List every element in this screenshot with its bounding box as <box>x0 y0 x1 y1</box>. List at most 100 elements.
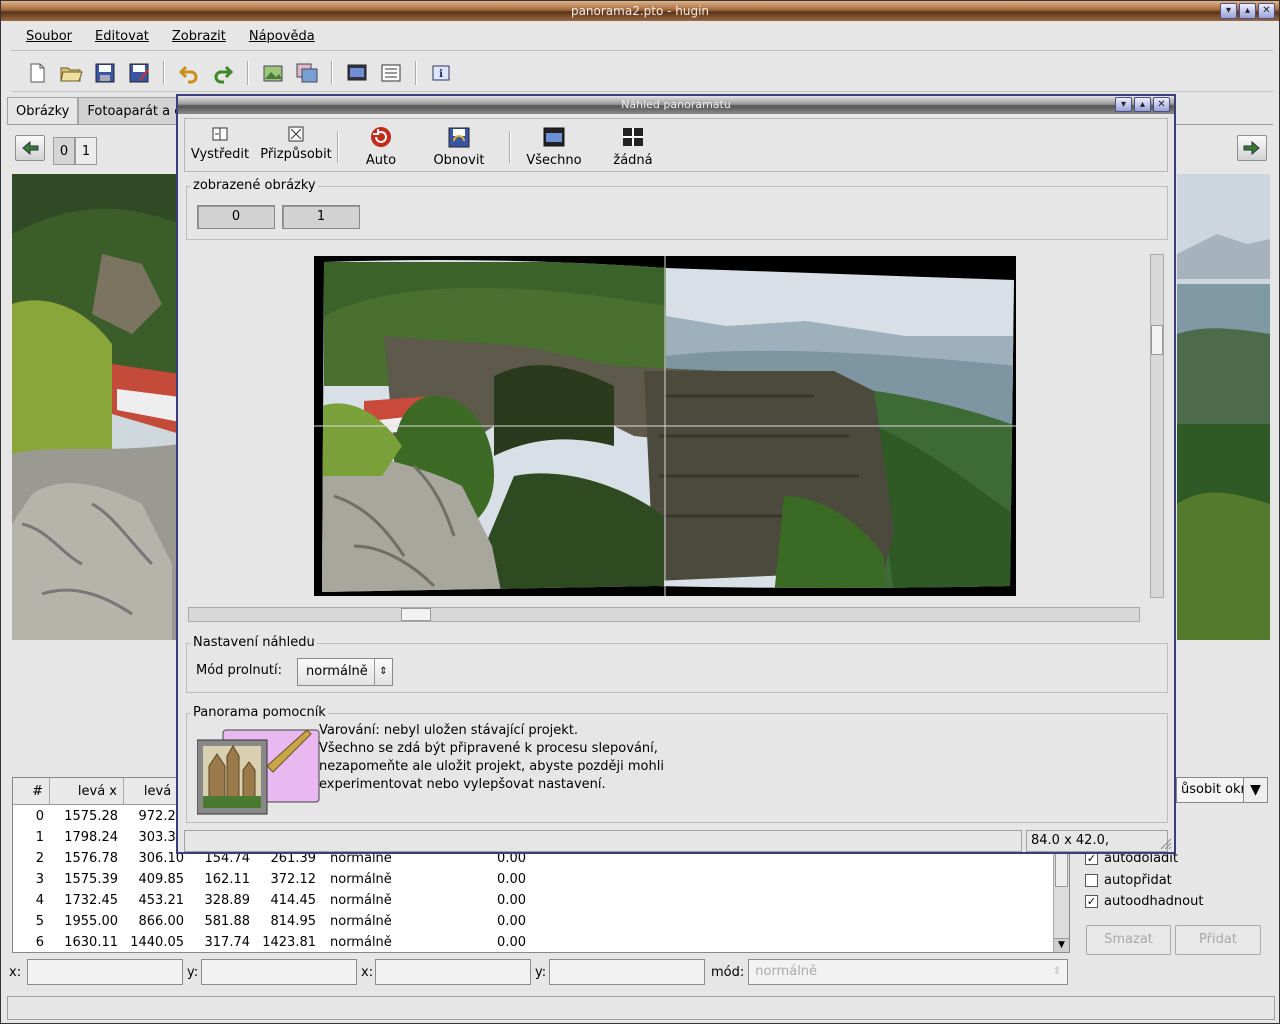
chevron-down-icon[interactable]: ▼ <box>1243 778 1267 802</box>
horizontal-scroll-thumb[interactable] <box>401 608 431 621</box>
zoom-combo[interactable]: ůsobit okn ▼ <box>1176 777 1268 803</box>
toggle-image-1[interactable]: 1 <box>282 205 360 229</box>
left-image-view[interactable] <box>12 174 180 640</box>
checkbox-autoodhadnout[interactable]: ✓ <box>1085 895 1098 908</box>
tab-images[interactable]: Obrázky <box>7 97 79 125</box>
preview-icon[interactable] <box>343 59 371 87</box>
table-cell-lx: 1732.45 <box>64 893 118 908</box>
assistant-line-2: Všechno se zdá být připravené k procesu … <box>319 741 658 756</box>
table-row[interactable]: 6 1630.11 1440.05 317.74 1423.81 normálně 0.00 <box>13 932 1069 952</box>
shade-icon[interactable]: ▾ <box>1115 97 1132 112</box>
panorama-preview[interactable] <box>314 256 1016 596</box>
table-row[interactable]: 4 1732.45 453.21 328.89 414.45 normálně 0.00 <box>13 890 1069 911</box>
show-none-button[interactable]: žádná <box>597 125 669 168</box>
resize-grip-icon[interactable] <box>1158 836 1172 850</box>
table-cell-lx: 1575.39 <box>64 872 118 887</box>
left-y-label: y: <box>187 964 199 980</box>
status-message <box>184 830 1022 852</box>
table-cell-ry: 414.45 <box>270 893 317 908</box>
show-all-button[interactable]: Všechno <box>511 125 597 168</box>
delete-button[interactable]: Smazat <box>1086 925 1171 955</box>
save-as-icon[interactable] <box>125 59 153 87</box>
check-autoodhadnout[interactable]: ✓ autoodhadnout <box>1085 894 1203 909</box>
check-autopridat-label: autopřidat <box>1104 873 1172 888</box>
next-image-button[interactable] <box>1237 135 1267 161</box>
refresh-button[interactable]: Obnovit <box>423 125 495 168</box>
maximize-icon[interactable]: ▴ <box>1134 97 1151 112</box>
spin-arrows-icon: ⇕ <box>1052 966 1062 977</box>
optimize-icon[interactable] <box>377 59 405 87</box>
add-image-icon[interactable] <box>259 59 287 87</box>
checkbox-autopridat[interactable] <box>1085 874 1098 887</box>
table-cell-dist: 0.00 <box>497 872 526 887</box>
right-x-field[interactable] <box>375 959 531 985</box>
table-cell-lx: 1575.28 <box>64 809 118 824</box>
scroll-down-icon[interactable]: ▼ <box>1054 938 1069 952</box>
table-cell-mode: normálně <box>330 914 392 929</box>
vertical-scroll-thumb[interactable] <box>1151 325 1163 355</box>
table-cell-n: 5 <box>35 914 44 929</box>
table-row[interactable]: 5 1955.00 866.00 581.88 814.95 normálně 0.00 <box>13 911 1069 932</box>
fit-button[interactable]: Přizpůsobit <box>255 125 337 162</box>
assistant-line-3: nezapomeňte ale uložit projekt, abyste p… <box>319 759 664 774</box>
displayed-images-title: zobrazené obrázky <box>191 178 318 193</box>
left-image-tab-0[interactable]: 0 <box>53 137 75 165</box>
save-icon[interactable] <box>91 59 119 87</box>
toolbar-separator <box>247 60 249 85</box>
center-button[interactable]: Vystředit <box>185 125 255 162</box>
left-y-field[interactable] <box>201 959 357 985</box>
toggle-image-0[interactable]: 0 <box>197 205 275 229</box>
new-icon[interactable] <box>23 59 51 87</box>
right-image-view[interactable] <box>1177 174 1270 640</box>
preview-settings-title: Nastavení náhledu <box>191 635 317 650</box>
menu-napoveda[interactable]: Nápověda <box>234 29 323 44</box>
main-titlebar[interactable]: panorama2.pto - hugin ▾ ▴ ✕ <box>1 1 1279 21</box>
close-icon[interactable]: ✕ <box>1153 97 1170 112</box>
auto-button[interactable]: Auto <box>339 125 423 168</box>
mode-select-value: normálně <box>755 964 818 979</box>
left-x-field[interactable] <box>27 959 183 985</box>
col-left-x-header[interactable]: levá x <box>50 778 124 804</box>
fit-label: Přizpůsobit <box>260 147 332 162</box>
main-tabs: Obrázky Fotoaparát a č <box>7 97 191 125</box>
shade-icon[interactable]: ▾ <box>1220 3 1237 19</box>
preview-horizontal-scrollbar[interactable] <box>188 607 1140 622</box>
preview-titlebar[interactable]: Náhled panoramatu ▾ ▴ ✕ <box>178 96 1174 114</box>
col-index-header[interactable]: # <box>13 778 50 804</box>
prev-image-button[interactable] <box>15 135 45 161</box>
menu-editovat[interactable]: Editovat <box>80 29 157 44</box>
add-series-icon[interactable] <box>293 59 321 87</box>
menu-soubor[interactable]: Soubor <box>11 29 80 44</box>
close-icon[interactable]: ✕ <box>1258 3 1275 19</box>
toolbar-separator <box>331 60 333 85</box>
open-icon[interactable] <box>57 59 85 87</box>
left-image-tab-1[interactable]: 1 <box>75 137 97 165</box>
table-cell-ry: 372.12 <box>270 872 317 887</box>
table-row[interactable]: 3 1575.39 409.85 162.11 372.12 normálně 0.00 <box>13 869 1069 890</box>
table-cell-n: 4 <box>35 893 44 908</box>
right-x-label: x: <box>361 964 374 980</box>
table-cell-lx: 1576.78 <box>64 851 118 866</box>
undo-icon[interactable] <box>175 59 203 87</box>
table-cell-n: 6 <box>35 935 44 950</box>
all-images-icon <box>543 127 565 147</box>
about-icon[interactable]: i <box>427 59 455 87</box>
maximize-icon[interactable]: ▴ <box>1239 3 1256 19</box>
table-cell-rx: 317.74 <box>204 935 251 950</box>
add-button[interactable]: Přidat <box>1175 925 1261 955</box>
assistant-group: Panorama pomocník Varování: nebyl uložen… <box>186 705 1168 823</box>
tab-camera[interactable]: Fotoaparát a č <box>78 97 191 125</box>
redo-icon[interactable] <box>209 59 237 87</box>
right-y-field[interactable] <box>549 959 705 985</box>
assistant-logo-icon <box>196 726 321 816</box>
mode-label: mód: <box>711 964 745 980</box>
table-cell-rx: 581.88 <box>204 914 251 929</box>
spin-arrows-icon: ⇕ <box>374 659 392 685</box>
panorama-image <box>314 256 1016 596</box>
menu-zobrazit[interactable]: Zobrazit <box>157 29 234 44</box>
preview-vertical-scrollbar[interactable] <box>1150 254 1164 598</box>
blend-mode-select[interactable]: normálně ⇕ <box>297 658 393 686</box>
check-autopridat[interactable]: autopřidat <box>1085 873 1172 888</box>
mode-select[interactable]: normálně ⇕ <box>748 959 1069 985</box>
zoom-combo-value: ůsobit okn <box>1181 782 1249 797</box>
